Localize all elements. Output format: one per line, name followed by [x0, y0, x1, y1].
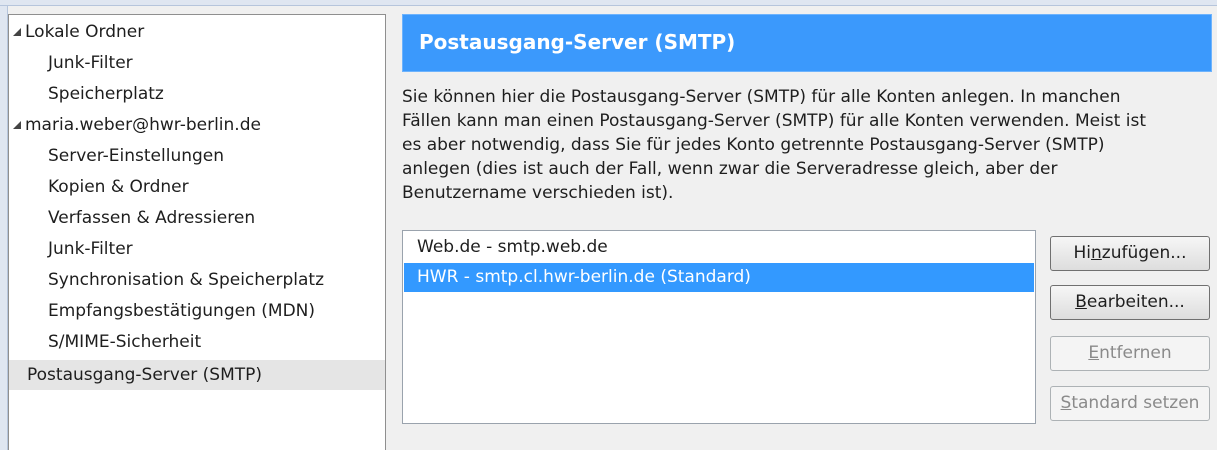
tree-item-junk-filter-account[interactable]: Junk-Filter: [9, 234, 385, 264]
window-top-border: [0, 0, 1217, 6]
tree-item-local-folders[interactable]: Lokale Ordner: [9, 17, 385, 47]
access-key: S: [1060, 393, 1072, 413]
tree-item-server-settings[interactable]: Server-Einstellungen: [9, 141, 385, 171]
description-line: Fällen kann man einen Postausgang-Server…: [402, 111, 1146, 131]
panel-description: Sie können hier die Postausgang-Server (…: [402, 85, 1202, 205]
panel-header: Postausgang-Server (SMTP): [402, 14, 1212, 72]
button-label-part: zufügen...: [1101, 243, 1187, 263]
description-line: anlegen (dies ist auch der Fall, wenn zw…: [402, 159, 1058, 179]
tree-item-label: Junk-Filter: [48, 239, 133, 259]
tree-item-return-receipts[interactable]: Empfangsbestätigungen (MDN): [9, 296, 385, 326]
tree-item-junk-filter-local[interactable]: Junk-Filter: [9, 48, 385, 78]
button-label-part: tandard setzen: [1071, 393, 1200, 413]
tree-item-disk-space-local[interactable]: Speicherplatz: [9, 79, 385, 109]
tree-item-label: Server-Einstellungen: [48, 146, 225, 166]
tree-item-label: S/MIME-Sicherheit: [48, 332, 202, 352]
edit-button[interactable]: Bearbeiten...: [1050, 285, 1210, 320]
tree-item-label: maria.weber@hwr-berlin.de: [25, 115, 261, 135]
smtp-server-list[interactable]: Web.de - smtp.web.de HWR - smtp.cl.hwr-b…: [402, 230, 1036, 424]
server-list-item-selected[interactable]: HWR - smtp.cl.hwr-berlin.de (Standard): [404, 263, 1034, 292]
button-label-part: Hi: [1073, 243, 1092, 263]
tree-item-composition-addressing[interactable]: Verfassen & Adressieren: [9, 203, 385, 233]
tree-item-outgoing-server[interactable]: Postausgang-Server (SMTP): [9, 360, 385, 390]
set-default-button[interactable]: Standard setzen: [1050, 386, 1210, 421]
description-line: Sie können hier die Postausgang-Server (…: [402, 87, 1121, 107]
tree-item-smime-security[interactable]: S/MIME-Sicherheit: [9, 327, 385, 357]
tree-item-label: Postausgang-Server (SMTP): [27, 365, 263, 385]
panel-title: Postausgang-Server (SMTP): [419, 30, 736, 54]
tree-item-label: Lokale Ordner: [25, 22, 145, 42]
tree-item-label: Verfassen & Adressieren: [48, 208, 256, 228]
tree-item-label: Kopien & Ordner: [48, 177, 189, 197]
expanded-triangle-icon[interactable]: [13, 28, 21, 36]
access-key: E: [1088, 343, 1100, 363]
tree-item-account[interactable]: maria.weber@hwr-berlin.de: [9, 110, 385, 140]
access-key: B: [1075, 292, 1087, 312]
description-line: Benutzername verschieden ist).: [402, 183, 674, 203]
tree-item-label: Junk-Filter: [48, 53, 133, 73]
window-left-border: [0, 6, 8, 450]
tree-item-synchronization[interactable]: Synchronisation & Speicherplatz: [9, 265, 385, 295]
tree-item-label: Synchronisation & Speicherplatz: [48, 270, 325, 290]
description-line: es aber notwendig, dass Sie für jedes Ko…: [402, 135, 1105, 155]
remove-button[interactable]: Entfernen: [1050, 336, 1210, 371]
expanded-triangle-icon[interactable]: [13, 121, 21, 129]
add-button[interactable]: Hinzufügen...: [1050, 236, 1210, 271]
button-label-part: ntfernen: [1099, 343, 1172, 363]
server-list-item[interactable]: Web.de - smtp.web.de: [404, 233, 1034, 262]
account-settings-tree[interactable]: Lokale Ordner Junk-Filter Speicherplatz …: [8, 14, 386, 450]
button-label-part: earbeiten...: [1086, 292, 1185, 312]
tree-item-label: Speicherplatz: [48, 84, 164, 104]
tree-item-copies-folders[interactable]: Kopien & Ordner: [9, 172, 385, 202]
tree-item-label: Empfangsbestätigungen (MDN): [48, 301, 316, 321]
access-key: n: [1091, 243, 1102, 263]
